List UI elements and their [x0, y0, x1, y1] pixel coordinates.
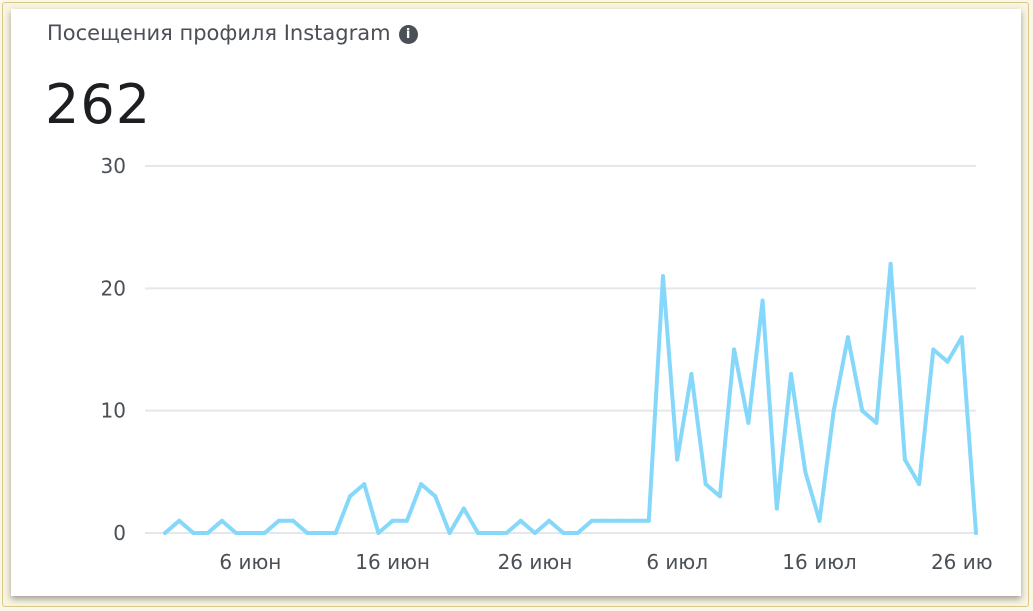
- x-tick-label: 26 ию: [931, 550, 993, 574]
- data-point: [931, 347, 936, 352]
- data-point: [789, 371, 794, 376]
- data-point: [305, 531, 310, 535]
- data-point: [803, 469, 808, 474]
- data-point: [831, 408, 836, 413]
- data-point: [959, 335, 964, 340]
- data-point: [689, 371, 694, 376]
- data-point: [319, 531, 324, 535]
- y-tick-label: 0: [113, 521, 126, 545]
- data-point: [234, 531, 239, 535]
- y-tick-label: 30: [101, 154, 126, 178]
- data-point: [404, 518, 409, 523]
- data-point: [262, 531, 267, 535]
- data-point: [632, 518, 637, 523]
- data-point: [917, 482, 922, 487]
- data-point: [205, 531, 210, 535]
- data-point: [589, 518, 594, 523]
- data-point: [860, 408, 865, 413]
- data-point: [163, 531, 167, 535]
- data-point: [902, 457, 907, 462]
- y-tick-label: 10: [101, 399, 126, 423]
- data-point: [518, 518, 523, 523]
- data-point: [191, 531, 196, 535]
- data-point: [490, 531, 495, 535]
- x-tick-label: 16 июн: [355, 550, 430, 574]
- data-point: [675, 457, 680, 462]
- data-point: [874, 420, 879, 425]
- data-point: [362, 482, 367, 487]
- data-point: [390, 518, 395, 523]
- x-tick-label: 16 июл: [782, 550, 856, 574]
- data-point: [717, 494, 722, 499]
- x-tick-label: 6 июн: [219, 550, 281, 574]
- data-point: [646, 518, 651, 523]
- data-point: [760, 298, 765, 303]
- data-point: [703, 482, 708, 487]
- data-point: [888, 261, 893, 266]
- data-point: [347, 494, 352, 499]
- data-point: [433, 494, 438, 499]
- data-point: [575, 531, 580, 535]
- data-point: [419, 482, 424, 487]
- data-point: [547, 518, 552, 523]
- y-tick-label: 20: [101, 276, 126, 300]
- data-point: [945, 359, 950, 364]
- data-point: [732, 347, 737, 352]
- series-line: [163, 261, 978, 535]
- data-point: [476, 531, 481, 535]
- data-point: [561, 531, 566, 535]
- data-point: [974, 531, 978, 535]
- data-point: [660, 274, 665, 279]
- data-point: [447, 531, 452, 535]
- x-tick-label: 26 июн: [498, 550, 573, 574]
- data-point: [333, 531, 338, 535]
- data-point: [618, 518, 623, 523]
- x-tick-label: 6 июл: [646, 550, 708, 574]
- data-point: [845, 335, 850, 340]
- visits-line-chart: 0 10 20 30 6 июн 16 июн 26 июн 6 июл 16 июл 26 ию: [101, 154, 993, 574]
- data-point: [504, 531, 509, 535]
- data-point: [604, 518, 609, 523]
- data-point: [219, 518, 224, 523]
- data-point: [276, 518, 281, 523]
- data-point: [746, 420, 751, 425]
- screenshot-frame: Посещения профиля Instagram i 262 0 10 20 30…: [2, 2, 1029, 607]
- data-point: [461, 506, 466, 511]
- data-point: [532, 531, 537, 535]
- data-point: [774, 506, 779, 511]
- data-point: [376, 531, 381, 535]
- data-point: [817, 518, 822, 523]
- data-point: [291, 518, 296, 523]
- profile-visits-card: Посещения профиля Instagram i 262 0 10 20 30…: [11, 9, 1021, 596]
- data-point: [248, 531, 253, 535]
- data-point: [177, 518, 182, 523]
